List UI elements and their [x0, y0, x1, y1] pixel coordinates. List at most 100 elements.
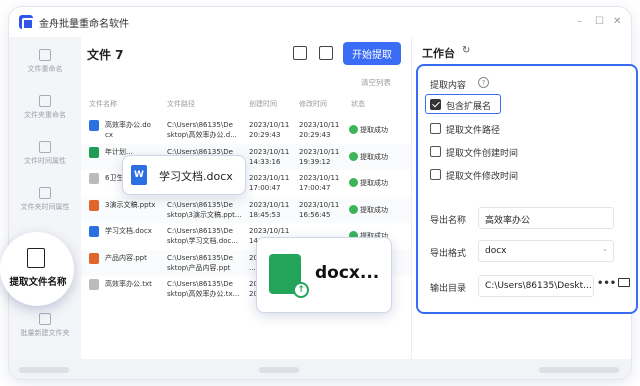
file-type-icon	[89, 120, 99, 131]
success-check-icon	[349, 151, 358, 161]
checkbox-label: 提取文件创建时间	[446, 149, 519, 159]
column-header-modified: 修改时间	[299, 100, 327, 108]
cell-name: 高效率办公.txt	[105, 280, 152, 288]
column-header-status: 状态	[351, 100, 365, 108]
cell-modified: 2023/10/11 20:29:43	[299, 121, 340, 139]
success-check-icon	[349, 204, 358, 214]
start-extract-button[interactable]: 开始提取	[343, 42, 401, 65]
add-file-icon[interactable]	[293, 46, 307, 60]
sidebar-item-label: 文件夹重命名	[24, 111, 66, 119]
checkbox-extract-created[interactable]	[430, 146, 441, 157]
output-dir-field[interactable]: C:\Users\86135\Deskt...	[478, 275, 594, 297]
file-type-icon	[89, 199, 99, 211]
app-logo-icon	[19, 15, 34, 30]
help-icon[interactable]: ?	[478, 77, 489, 88]
refresh-icon[interactable]: ↻	[462, 45, 470, 56]
word-file-name: 学习文档.docx	[159, 170, 233, 183]
sidebar: 文件重命名 文件夹重命名 文件时间属性 文件夹时间属性 批量新建文件夹	[9, 37, 81, 359]
word-file-popup: W 学习文档.docx	[122, 155, 246, 195]
folder-open-icon[interactable]	[618, 278, 630, 287]
cell-status: 提取成功	[360, 126, 388, 134]
cell-created: 2023/10/11 14:33:16	[249, 147, 290, 166]
sidebar-item-label: 文件时间属性	[24, 157, 66, 165]
extract-file-icon	[27, 248, 45, 268]
more-icon[interactable]: •••	[597, 278, 616, 289]
checkbox-label: 提取文件路径	[446, 126, 501, 136]
folder-clock-icon	[39, 187, 51, 199]
docx-label: docx...	[315, 263, 380, 283]
sidebar-item-file-rename[interactable]: 文件重命名	[9, 49, 81, 95]
export-format-select[interactable]: docx	[478, 240, 614, 262]
status-bar	[9, 359, 631, 379]
folder-plus-icon	[39, 313, 51, 325]
file-type-icon	[89, 252, 99, 264]
cell-path: C:\Users\86135\De sktop\高效率办公.tx...	[167, 280, 240, 298]
maximize-icon[interactable]: ☐	[595, 16, 604, 27]
file-icon	[39, 49, 51, 61]
cell-name: 3演示文稿.pptx	[105, 200, 156, 209]
table-row[interactable]: 高效率办公.do cx C:\Users\86135\De sktop\高效率办公…	[81, 117, 411, 143]
file-type-icon	[89, 173, 99, 184]
sidebar-item-label: 文件夹时间属性	[20, 203, 70, 211]
cell-status: 提取成功	[360, 152, 388, 161]
sidebar-item-label: 文件重命名	[27, 65, 63, 73]
sidebar-item-label: 提取文件名称	[9, 277, 67, 288]
cell-created: 2023/10/11 18:45:53	[249, 200, 290, 219]
app-title: 金舟批量重命名软件	[39, 18, 129, 30]
clear-list-link[interactable]: 清空列表	[361, 77, 391, 88]
column-header-path: 文件路径	[167, 100, 195, 108]
files-count-title: 文件 7	[87, 48, 124, 62]
checkbox-label: 包含扩展名	[446, 102, 492, 112]
status-placeholder	[539, 367, 619, 373]
checkbox-extract-path[interactable]	[430, 123, 441, 134]
minimize-icon[interactable]: –	[577, 16, 582, 27]
column-header-name[interactable]: 文件名称	[89, 99, 117, 109]
success-check-icon	[349, 125, 358, 134]
column-header-created: 创建时间	[249, 100, 277, 108]
extract-settings-panel: 提取内容 ? 包含扩展名 提取文件路径 提取文件创建时间 提取文件修改时间 导出…	[416, 64, 638, 314]
file-type-icon	[89, 226, 99, 237]
status-placeholder	[259, 367, 299, 373]
export-format-label: 导出格式	[430, 249, 467, 259]
cell-modified: 2023/10/11 17:00:47	[299, 174, 340, 192]
checkbox-extract-modified[interactable]	[430, 169, 441, 180]
title-bar: 金舟批量重命名软件 – ☐ ✕	[9, 7, 631, 37]
status-placeholder	[19, 367, 69, 373]
output-dir-label: 输出目录	[430, 284, 467, 294]
checkbox-label: 提取文件修改时间	[446, 172, 519, 182]
export-name-field[interactable]: 高效率办公	[478, 207, 614, 229]
success-check-icon	[349, 178, 358, 187]
word-doc-icon: W	[131, 165, 147, 185]
cell-created: 2023/10/11 20:29:43	[249, 121, 290, 139]
docx-format-popup: ↑ docx...	[256, 237, 392, 313]
extract-content-label: 提取内容	[430, 81, 467, 91]
close-icon[interactable]: ✕	[613, 16, 621, 27]
folder-icon	[39, 95, 51, 107]
sidebar-item-folder-rename[interactable]: 文件夹重命名	[9, 95, 81, 141]
cell-modified: 2023/10/11 16:56:45	[299, 200, 340, 219]
table-header: 文件名称 文件路径 创建时间 修改时间 状态	[81, 93, 411, 113]
checkbox-include-extension[interactable]	[430, 99, 441, 110]
sidebar-item-extract-names-highlight[interactable]: 提取文件名称	[0, 232, 74, 306]
cell-path: C:\Users\86135\De sktop\高效率办公.d...	[167, 121, 237, 139]
cell-status: 提取成功	[360, 205, 388, 214]
chevron-down-icon[interactable]: ⌄	[602, 245, 608, 253]
cell-name: 学习文档.docx	[105, 227, 152, 235]
cell-path: C:\Users\86135\De sktop\学习文档.doc...	[167, 227, 239, 245]
table-row[interactable]: 3演示文稿.pptx C:\Users\86135\De sktop\3演示文稿.…	[81, 196, 411, 223]
cell-modified: 2023/10/11 19:39:12	[299, 147, 340, 166]
cell-path: C:\Users\86135\De sktop\产品内容.ppt	[167, 253, 233, 272]
sidebar-item-folder-time[interactable]: 文件夹时间属性	[9, 187, 81, 233]
file-type-icon	[89, 146, 99, 158]
sidebar-item-batch-folder[interactable]: 批量新建文件夹	[9, 313, 81, 359]
workbench-title: 工作台	[422, 47, 455, 60]
cell-path: C:\Users\86135\De sktop\3演示文稿.ppt...	[167, 200, 242, 219]
add-folder-icon[interactable]	[319, 46, 333, 60]
file-type-icon	[89, 279, 99, 290]
sidebar-item-label: 批量新建文件夹	[20, 329, 70, 337]
export-name-label: 导出名称	[430, 216, 467, 226]
file-clock-icon	[39, 141, 51, 153]
cell-name: 产品内容.ppt	[105, 253, 147, 262]
sidebar-item-file-time[interactable]: 文件时间属性	[9, 141, 81, 187]
cell-created: 2023/10/11 17:00:47	[249, 174, 290, 192]
